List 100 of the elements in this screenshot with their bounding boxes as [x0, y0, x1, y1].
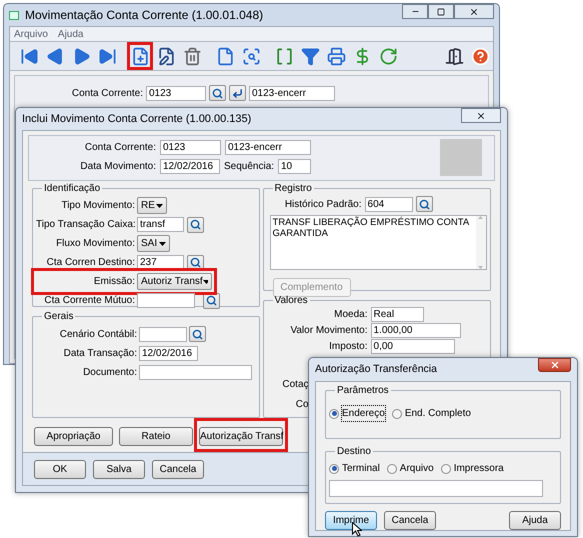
- field-label: Valor Movimento:: [289, 324, 368, 338]
- text-field[interactable]: 10: [278, 159, 311, 174]
- group-title: Destino: [336, 446, 372, 457]
- field-label: Emissão:: [92, 275, 135, 289]
- text-field[interactable]: [139, 364, 252, 380]
- group-title: Registro: [274, 183, 313, 194]
- text-field[interactable]: 0123: [160, 140, 221, 155]
- radio-button[interactable]: Impressora: [440, 461, 504, 476]
- refresh-icon: [378, 46, 398, 66]
- field-label: Co: [294, 398, 309, 412]
- dropdown[interactable]: Autoriz Transf: [137, 273, 212, 290]
- caret-icon: [156, 204, 163, 208]
- skip-to-first-icon: [20, 46, 38, 66]
- text-area-content: TRANSF LIBERAÇÃO EMPRÉSTIMO CONTA GARANTIDA: [272, 216, 470, 241]
- search-button[interactable]: [209, 85, 226, 101]
- text-field[interactable]: 12/02/2016: [139, 346, 198, 360]
- close-icon: [476, 110, 486, 120]
- text-field[interactable]: [137, 293, 195, 308]
- close-button[interactable]: [461, 108, 501, 123]
- caret-icon: [202, 280, 208, 284]
- dialog-button[interactable]: OK: [34, 460, 86, 478]
- group-title: Valores: [274, 295, 309, 306]
- text-field[interactable]: 1.000,00: [370, 323, 461, 338]
- edit-file-icon: [156, 46, 176, 66]
- image-placeholder: [440, 139, 482, 176]
- maximize-button[interactable]: [428, 4, 454, 19]
- close-button[interactable]: [538, 358, 571, 372]
- printer-icon: [326, 46, 346, 66]
- field-label: Cotaç: [281, 378, 309, 392]
- search-button[interactable]: [416, 196, 433, 212]
- search-button[interactable]: [189, 326, 206, 342]
- action-button[interactable]: Rateio: [119, 427, 193, 446]
- field-label: Histórico Padrão:: [284, 198, 362, 212]
- field-label: Data Transação:: [62, 346, 137, 360]
- field-label: Cta Corren Destino:: [46, 256, 135, 270]
- radio-button[interactable]: Terminal: [329, 461, 380, 476]
- document-icon: [216, 46, 234, 66]
- dialog-title: Inclui Movimento Conta Corrente (1.00.00.135): [22, 112, 252, 127]
- scroll-down-icon: [478, 266, 484, 269]
- output-path-field[interactable]: [329, 480, 543, 497]
- door-icon: [444, 46, 464, 66]
- dropdown[interactable]: SAI: [137, 235, 170, 252]
- search-icon: [190, 219, 201, 230]
- maximize-icon: [437, 8, 445, 16]
- search-icon: [190, 257, 201, 268]
- field-label: Tipo Transação Caixa:: [36, 218, 135, 232]
- description-field[interactable]: 0123-encerr: [249, 86, 335, 100]
- search-button[interactable]: [187, 216, 204, 232]
- dialog-button[interactable]: Salva: [93, 460, 145, 478]
- field-label: Fluxo Movimento:: [55, 237, 135, 251]
- field-label: Imposto:: [328, 340, 368, 354]
- text-field[interactable]: transf: [137, 217, 184, 232]
- description-field[interactable]: 0123-encerr: [225, 140, 311, 155]
- field-label: Data Movimento:: [79, 160, 156, 174]
- radio-button[interactable]: Endereço: [329, 406, 385, 421]
- dialog-button[interactable]: Imprime: [325, 511, 377, 530]
- field-label: Tipo Movimento:: [60, 199, 135, 213]
- field-label: Documento:: [82, 366, 137, 380]
- text-field[interactable]: [139, 326, 187, 342]
- action-button[interactable]: Apropriação: [34, 427, 113, 446]
- dropdown[interactable]: RE: [137, 197, 167, 214]
- text-field[interactable]: 0,00: [370, 339, 455, 354]
- field-label: Sequência:: [224, 160, 274, 174]
- text-field[interactable]: 12/02/2016: [160, 159, 220, 174]
- enter-button[interactable]: [229, 85, 246, 101]
- magnifier-document-icon: [242, 46, 260, 66]
- text-field[interactable]: Real: [370, 307, 424, 322]
- text-field[interactable]: 0123: [146, 86, 206, 100]
- menu-item[interactable]: Arquivo: [14, 27, 48, 41]
- return-arrow-icon: [232, 88, 243, 98]
- search-icon: [206, 295, 217, 306]
- text-area[interactable]: TRANSF LIBERAÇÃO EMPRÉSTIMO CONTA GARANTIDA: [270, 215, 487, 270]
- window-title: Movimentação Conta Corrente (1.00.01.048): [25, 7, 264, 24]
- new-file-icon: [130, 46, 150, 66]
- dialog-button[interactable]: Ajuda: [509, 511, 561, 530]
- radio-button[interactable]: Arquivo: [386, 461, 434, 476]
- search-icon: [192, 328, 203, 340]
- app-icon: [9, 10, 19, 20]
- dialog-button[interactable]: Cancela: [384, 511, 436, 530]
- group-title: Parâmetros: [336, 385, 390, 396]
- close-icon: [550, 360, 560, 370]
- action-button[interactable]: Autorização Transf: [199, 427, 283, 446]
- filter-icon: [300, 46, 320, 66]
- close-button[interactable]: [454, 4, 494, 19]
- scroll-up-icon: [478, 216, 484, 219]
- trash-icon: [182, 46, 202, 66]
- brackets-icon: [274, 46, 294, 66]
- text-field[interactable]: 604: [364, 196, 413, 212]
- dialog-title: Autorização Transferência: [315, 362, 437, 377]
- menu-item[interactable]: Ajuda: [58, 27, 84, 41]
- field-label: Conta Corrente:: [70, 86, 143, 100]
- previous-icon: [46, 46, 64, 66]
- dialog-button[interactable]: Cancela: [152, 460, 204, 478]
- field-label: Moeda:: [333, 308, 368, 322]
- close-icon: [469, 6, 479, 16]
- radio-button[interactable]: End. Completo: [392, 406, 471, 421]
- caret-icon: [159, 242, 166, 246]
- field-label: Conta Corrente:: [84, 141, 156, 155]
- scrollbar[interactable]: [476, 216, 486, 269]
- field-label: Cenário Contábil:: [58, 328, 137, 342]
